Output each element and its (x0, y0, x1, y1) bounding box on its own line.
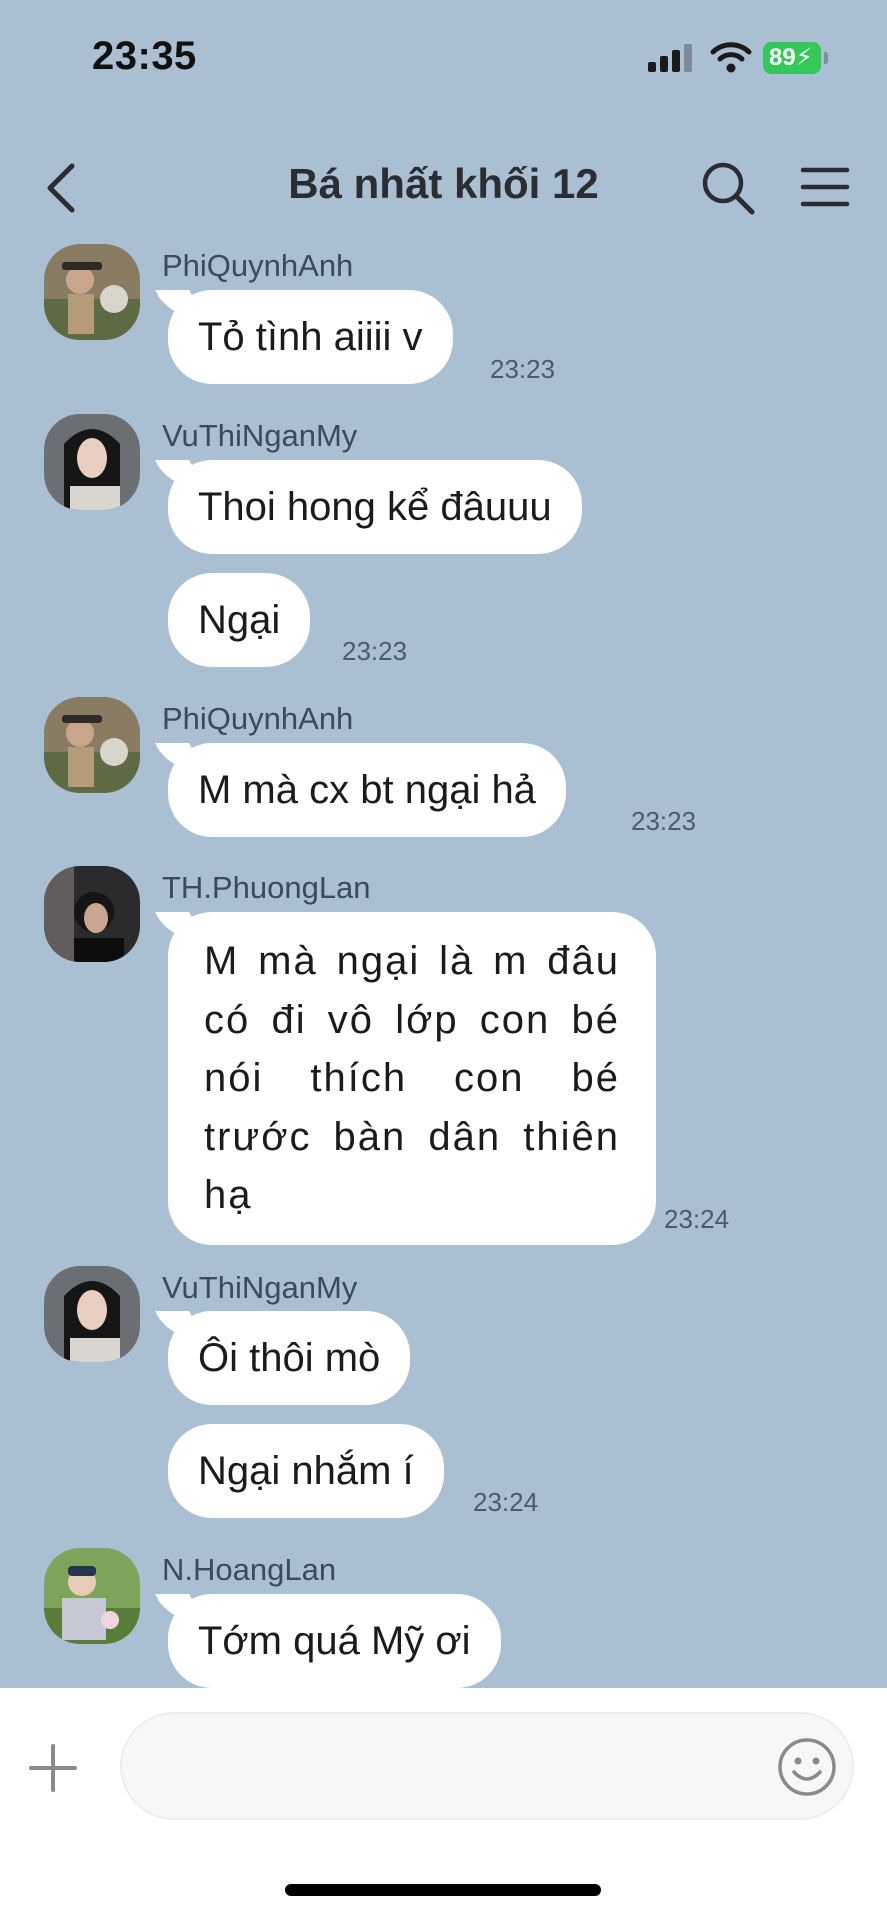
search-icon[interactable] (700, 160, 756, 216)
message-composer (0, 1688, 887, 1920)
message-text: Tớm quá Mỹ ơi (198, 1619, 471, 1663)
message-text: Ngại (198, 598, 281, 642)
message-bubble[interactable]: Thoi hong kể đâuuu (168, 460, 582, 554)
message-time: 23:24 (473, 1487, 539, 1517)
plus-icon[interactable] (28, 1743, 78, 1793)
message-text: Ngại nhắm í (198, 1449, 414, 1493)
avatar[interactable] (44, 866, 140, 962)
message-text: M mà ngại là m đâu có đi vô lớp con bé n… (204, 939, 620, 1217)
message-bubble[interactable]: Ngại (168, 573, 311, 667)
message-bubble[interactable]: M mà ngại là m đâu có đi vô lớp con bé n… (168, 912, 656, 1245)
message-bubble[interactable]: Tớm quá Mỹ ơi (168, 1594, 501, 1688)
emoji-icon[interactable] (776, 1736, 838, 1798)
chat-header: Bá nhất khối 12 (0, 130, 887, 240)
home-indicator[interactable] (285, 1884, 601, 1896)
wifi-icon (710, 42, 752, 73)
battery-tip (824, 52, 828, 64)
message-bubble[interactable]: Tỏ tình aiiii v (168, 290, 453, 384)
charging-icon: ⚡ (795, 44, 813, 71)
sender-name: TH.PhuongLan (162, 870, 371, 905)
message-bubble[interactable]: Ôi thôi mò (168, 1311, 411, 1405)
message-time: 23:23 (490, 354, 556, 384)
message-text: Thoi hong kể đâuuu (198, 485, 552, 529)
message-bubble[interactable]: M mà cx bt ngại hả (168, 743, 566, 837)
sender-name: PhiQuynhAnh (162, 701, 354, 736)
sender-name: PhiQuynhAnh (162, 248, 354, 283)
battery-indicator: 89⚡ (763, 42, 821, 74)
status-time: 23:35 (92, 34, 197, 78)
status-bar: 23:35 89⚡ (0, 0, 887, 110)
cellular-signal-icon (648, 44, 692, 72)
sender-name: VuThiNganMy (162, 1270, 358, 1305)
message-time: 23:23 (631, 806, 697, 836)
avatar[interactable] (44, 1548, 140, 1644)
avatar[interactable] (44, 1266, 140, 1362)
message-time: 23:23 (342, 636, 408, 666)
message-bubble[interactable]: Ngại nhắm í (168, 1424, 444, 1518)
battery-level: 89 (769, 44, 796, 71)
avatar[interactable] (44, 414, 140, 510)
menu-icon[interactable] (800, 162, 850, 212)
avatar[interactable] (44, 697, 140, 793)
message-text: Tỏ tình aiiii v (198, 315, 423, 359)
message-time: 23:24 (664, 1204, 730, 1234)
message-text: M mà cx bt ngại hả (198, 768, 536, 812)
sender-name: N.HoangLan (162, 1552, 337, 1587)
avatar[interactable] (44, 244, 140, 340)
sender-name: VuThiNganMy (162, 418, 358, 453)
message-input[interactable] (120, 1712, 854, 1820)
message-text: Ôi thôi mò (198, 1336, 381, 1380)
